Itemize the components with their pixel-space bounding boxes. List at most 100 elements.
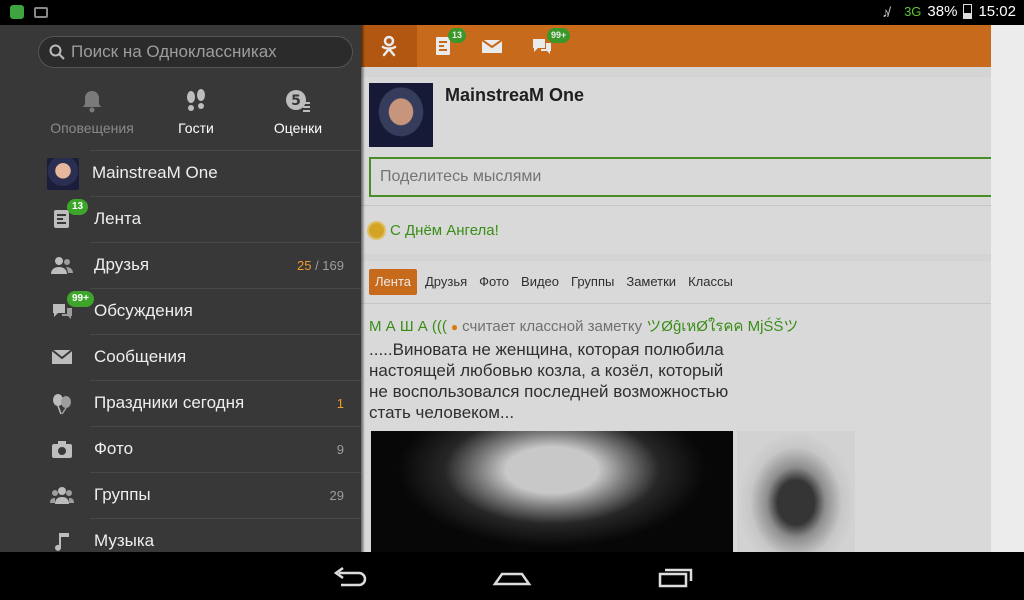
sidebar-item-label: Группы: [94, 485, 151, 504]
post-photo[interactable]: [371, 431, 733, 552]
divider: [361, 303, 991, 304]
toolbar-discussions-badge: 99+: [547, 28, 571, 43]
sidebar-item-photos[interactable]: Фото 9: [0, 426, 361, 472]
screenshot-notification-icon: [34, 7, 48, 18]
guests-label: Гости: [178, 120, 214, 136]
divider: [90, 426, 361, 427]
system-nav-bar: [0, 552, 1024, 600]
toolbar-feed-badge: 13: [448, 28, 467, 43]
tab-feed[interactable]: Лента: [369, 269, 417, 295]
balloons-icon: [50, 391, 76, 415]
back-icon: [333, 566, 367, 587]
divider: [90, 288, 361, 289]
friends-total-count: / 169: [311, 257, 344, 273]
post-text-line: .....Виновата не женщина, которая полюби…: [369, 340, 724, 359]
sidebar-item-label: Друзья: [94, 255, 150, 274]
toolbar-feed-button[interactable]: 13: [419, 25, 469, 67]
main-content: 13 99+ MainstreaM One С Днём Ангела! Лен…: [361, 25, 991, 552]
status-input[interactable]: [369, 157, 991, 197]
sidebar-item-label: Праздники сегодня: [94, 393, 245, 412]
notifications-button[interactable]: Оповещения: [42, 88, 142, 136]
bell-icon: [83, 91, 101, 113]
search-input[interactable]: [71, 42, 341, 62]
avatar: [47, 158, 79, 190]
holiday-banner[interactable]: С Днём Ангела!: [361, 205, 991, 254]
sidebar-item-profile[interactable]: MainstreaM One: [0, 150, 361, 196]
photos-count: 9: [336, 441, 344, 457]
search-box[interactable]: [38, 36, 353, 68]
holiday-text: С Днём Ангела!: [390, 221, 499, 239]
feed: Лента Друзья Фото Видео Группы Заметки К…: [361, 261, 991, 552]
battery-icon: [963, 4, 973, 19]
sidebar-item-label: MainstreaM One: [92, 163, 218, 182]
home-button[interactable]: [492, 564, 532, 590]
tab-notes[interactable]: Заметки: [620, 269, 682, 295]
ok-home-button[interactable]: [361, 25, 417, 67]
tab-friends[interactable]: Друзья: [419, 269, 473, 295]
ratings-icon: 5: [286, 90, 310, 112]
tab-videos[interactable]: Видео: [515, 269, 565, 295]
status-bar: ♪̸ 3G 38% 15:02: [0, 0, 1024, 25]
divider: [90, 472, 361, 473]
post-text: .....Виновата не женщина, которая полюби…: [369, 339, 789, 423]
tab-likes[interactable]: Классы: [682, 269, 739, 295]
divider: [90, 518, 361, 519]
feed-badge: 13: [67, 199, 89, 215]
guests-button[interactable]: Гости: [146, 88, 246, 136]
home-icon: [492, 572, 532, 586]
recents-button[interactable]: [655, 564, 695, 590]
sidebar-item-music[interactable]: Музыка: [0, 518, 361, 552]
profile-name[interactable]: MainstreaM One: [445, 85, 584, 106]
sidebar-item-groups[interactable]: Группы 29: [0, 472, 361, 518]
tab-photos[interactable]: Фото: [473, 269, 515, 295]
post-text-line: не воспользовался последней возможностью: [369, 382, 729, 401]
sidebar-item-label: Фото: [94, 439, 134, 458]
music-icon: [50, 529, 76, 552]
groups-icon: [50, 483, 76, 507]
post-text-line: настоящей любовью козла, а козёл, которы…: [369, 361, 724, 380]
divider: [90, 196, 361, 197]
sidebar-item-feed[interactable]: 13 Лента: [0, 196, 361, 242]
battery-percent: 38%: [927, 3, 958, 20]
holidays-count-value: 1: [336, 395, 344, 411]
clock: 15:02: [978, 3, 1016, 20]
divider: [90, 334, 361, 335]
avatar[interactable]: [369, 83, 433, 147]
friends-icon: [50, 253, 76, 277]
drawer-shadow: [361, 25, 365, 552]
sidebar-item-messages[interactable]: Сообщения: [0, 334, 361, 380]
sidebar-item-label: Обсуждения: [94, 301, 193, 320]
post-photo[interactable]: [737, 431, 855, 552]
discussions-badge: 99+: [67, 291, 94, 307]
feed-tabs: Лента Друзья Фото Видео Группы Заметки К…: [369, 269, 739, 295]
drawer-menu: MainstreaM One 13 Лента Друзья 25 / 169 …: [0, 150, 361, 552]
post-target[interactable]: ツØĝเหØใรคค MjŚŠツ: [646, 318, 798, 335]
toolbar-messages-button[interactable]: [467, 25, 517, 67]
ratings-button[interactable]: 5 Оценки: [248, 88, 348, 136]
mute-icon: ♪̸: [882, 3, 890, 20]
friends-count: 25 / 169: [297, 258, 344, 273]
post-author[interactable]: М А Ш А (((: [369, 318, 447, 335]
network-type: 3G: [904, 4, 922, 19]
divider: [90, 380, 361, 381]
sidebar-item-friends[interactable]: Друзья 25 / 169: [0, 242, 361, 288]
toolbar-discussions-button[interactable]: 99+: [517, 25, 571, 67]
sidebar-item-label: Лента: [94, 209, 142, 228]
screen-edge: [991, 25, 1024, 552]
camera-icon: [50, 437, 76, 461]
friends-online-count: 25: [297, 257, 312, 273]
online-indicator-icon: ●: [450, 320, 459, 334]
search-icon: [49, 44, 65, 60]
tab-groups[interactable]: Группы: [565, 269, 620, 295]
sidebar-item-holidays[interactable]: Праздники сегодня 1: [0, 380, 361, 426]
mail-icon: [481, 39, 503, 53]
sidebar-item-discussions[interactable]: 99+ Обсуждения: [0, 288, 361, 334]
top-toolbar: 13 99+: [361, 25, 991, 67]
back-button[interactable]: [331, 564, 371, 590]
sidebar-item-label: Сообщения: [94, 347, 187, 366]
profile-card: MainstreaM One: [361, 77, 991, 205]
notifications-label: Оповещения: [50, 120, 134, 136]
post-action: считает классной заметку: [462, 318, 643, 335]
holidays-count: 1: [337, 396, 344, 411]
app-notification-icon: [10, 5, 24, 19]
